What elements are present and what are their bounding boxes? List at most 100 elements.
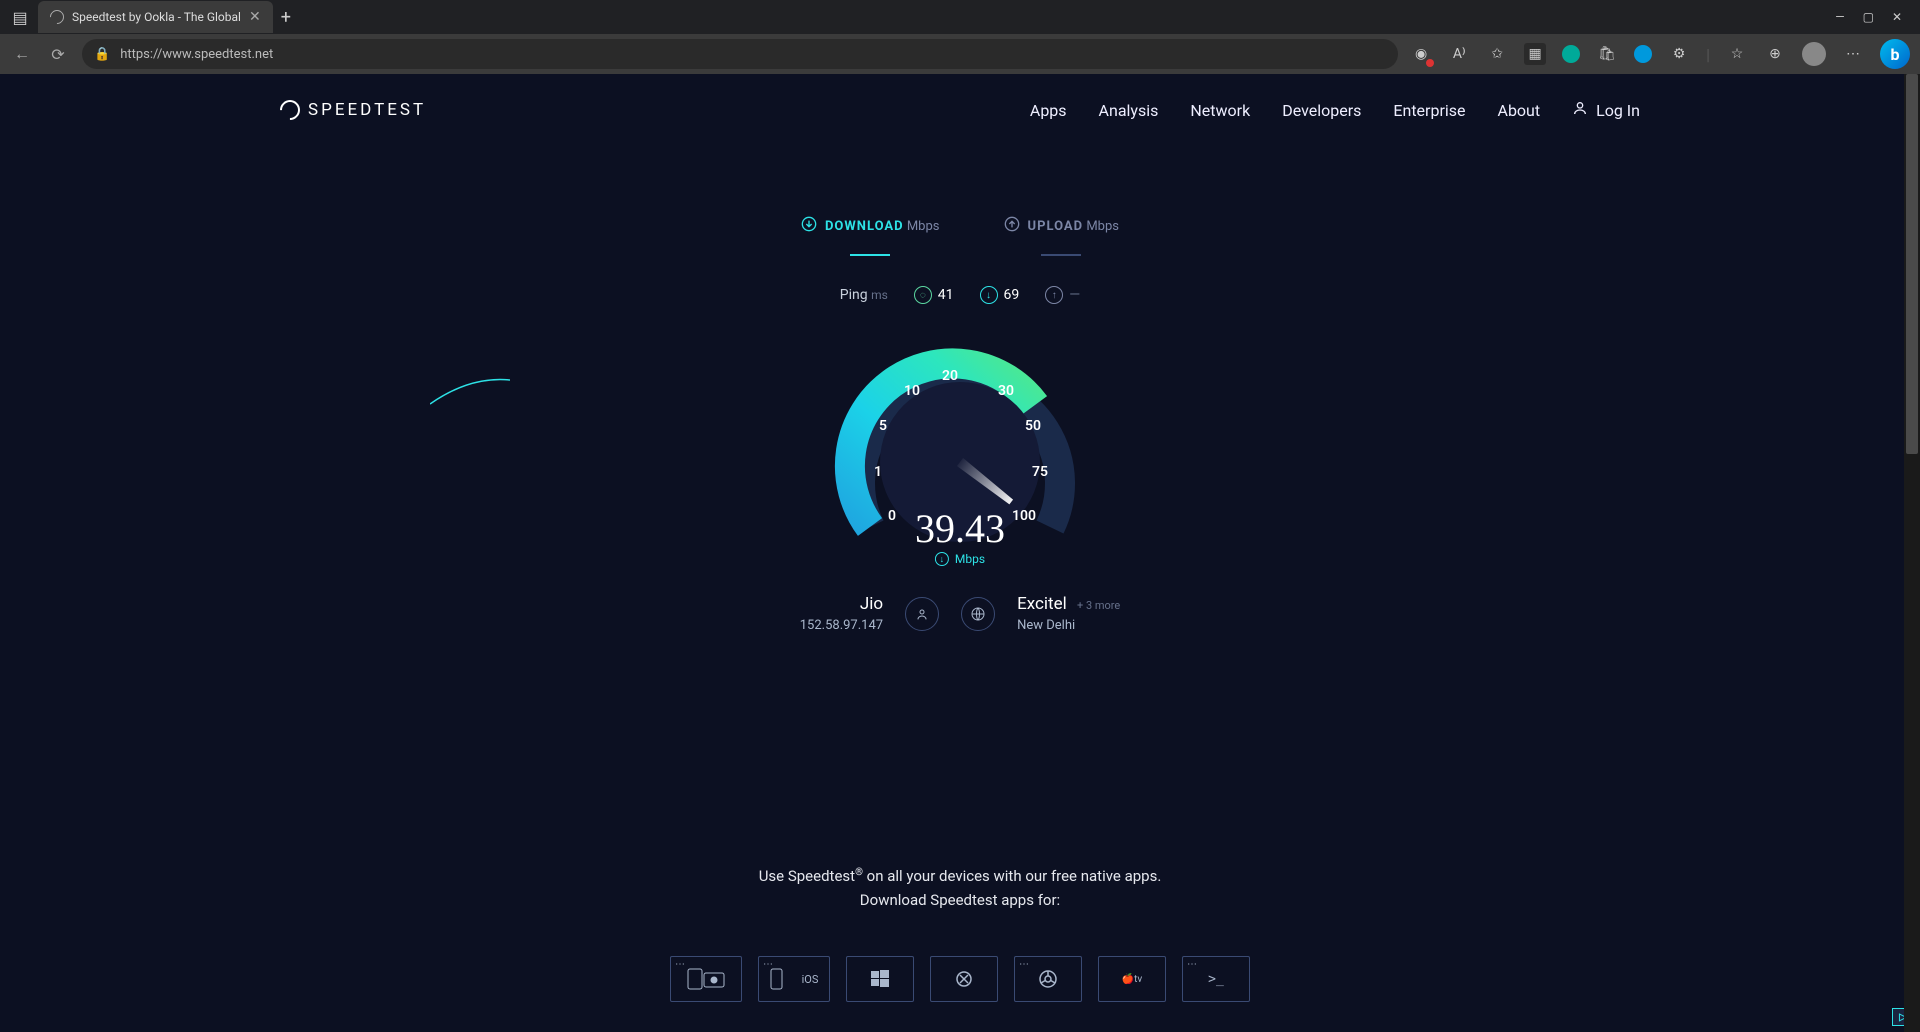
- app-windows[interactable]: [846, 956, 914, 1002]
- ping-label: Ping: [840, 287, 868, 303]
- connection-info: Jio 152.58.97.147 Excitel + 3 more New D…: [800, 594, 1121, 633]
- tab-download[interactable]: DOWNLOAD Mbps: [801, 216, 940, 256]
- ping-row: Ping ms ◌ 41 ↓ 69 ↑ —: [840, 286, 1080, 304]
- scrollbar[interactable]: [1904, 74, 1920, 1032]
- speed-gauge: 0 1 5 10 20 30 50 75 100 39.43 ↓ Mbps: [830, 342, 1090, 572]
- svg-text:10: 10: [904, 383, 920, 399]
- login-link[interactable]: Log In: [1572, 100, 1640, 120]
- svg-text:39.43: 39.43: [915, 506, 1005, 551]
- tab-actions-icon[interactable]: ▤: [6, 3, 34, 31]
- back-icon[interactable]: ←: [10, 44, 34, 64]
- collections-icon[interactable]: ⊕: [1764, 43, 1786, 65]
- tab-title: Speedtest by Ookla - The Global: [72, 10, 241, 24]
- app-chrome[interactable]: ⋯: [1014, 956, 1082, 1002]
- upload-arrow-icon: [1004, 216, 1020, 236]
- logo-icon: [276, 96, 304, 124]
- server-location: New Delhi: [1017, 618, 1120, 633]
- url-input[interactable]: 🔒 https://www.speedtest.net: [82, 39, 1398, 69]
- server-more: + 3 more: [1077, 599, 1120, 612]
- svg-text:75: 75: [1032, 464, 1048, 480]
- promo-text: Use Speedtest® on all your devices with …: [0, 864, 1920, 912]
- main-nav: Apps Analysis Network Developers Enterpr…: [1030, 100, 1640, 120]
- app-mac[interactable]: [930, 956, 998, 1002]
- extension5-icon[interactable]: ⚙: [1668, 43, 1690, 65]
- extension1-icon[interactable]: ▦: [1524, 43, 1546, 65]
- favicon-icon: [47, 7, 67, 27]
- ping-unit: ms: [871, 288, 888, 302]
- app-cli[interactable]: ⋯ >_: [1182, 956, 1250, 1002]
- download-label: DOWNLOAD: [825, 219, 904, 234]
- svg-text:5: 5: [879, 418, 887, 434]
- ping-upload-icon: ↑: [1045, 286, 1063, 304]
- promo-line2: Download Speedtest apps for:: [0, 888, 1920, 912]
- upload-label: UPLOAD: [1028, 219, 1084, 234]
- ping-download-icon: ↓: [980, 286, 998, 304]
- lock-icon: 🔒: [94, 47, 110, 62]
- favorites-star-icon[interactable]: ✩: [1486, 43, 1508, 65]
- isp-name: Jio: [800, 594, 883, 614]
- favorites-icon[interactable]: ☆: [1726, 43, 1748, 65]
- svg-text:30: 30: [998, 383, 1014, 399]
- download-arrow-icon: [801, 216, 817, 236]
- promo-post: on all your devices with our free native…: [863, 867, 1161, 885]
- read-aloud-icon[interactable]: A⁾: [1448, 43, 1470, 65]
- globe-circle-icon[interactable]: [961, 597, 995, 631]
- app-appletv[interactable]: 🍎tv: [1098, 956, 1166, 1002]
- url-text: https://www.speedtest.net: [120, 47, 273, 62]
- app-buttons: ⋯ ⋯ iOS ⋯ 🍎tv ⋯ >_: [0, 956, 1920, 1002]
- user-circle-icon[interactable]: [905, 597, 939, 631]
- ping-download: ↓ 69: [980, 286, 1020, 304]
- refresh-icon[interactable]: ⟳: [46, 45, 70, 64]
- new-tab-button[interactable]: +: [281, 7, 291, 28]
- extension4-icon[interactable]: [1634, 45, 1652, 63]
- server-block[interactable]: Excitel + 3 more New Delhi: [1017, 594, 1120, 633]
- browser-chrome: ▤ Speedtest by Ookla - The Global ✕ + — …: [0, 0, 1920, 74]
- result-tabs: DOWNLOAD Mbps UPLOAD Mbps: [801, 216, 1119, 256]
- ping-idle: ◌ 41: [914, 286, 954, 304]
- profile-avatar[interactable]: [1802, 42, 1826, 66]
- maximize-icon[interactable]: ▢: [1863, 10, 1874, 24]
- promo-pre: Use Speedtest: [759, 867, 855, 885]
- close-window-icon[interactable]: ✕: [1892, 10, 1902, 24]
- tab-upload[interactable]: UPLOAD Mbps: [1004, 216, 1120, 256]
- test-area: DOWNLOAD Mbps UPLOAD Mbps Ping ms ◌ 41 ↓…: [0, 146, 1920, 633]
- ping-download-value: 69: [1004, 287, 1020, 303]
- page-content: SPEEDTEST Apps Analysis Network Develope…: [0, 74, 1920, 1032]
- gauge-unit: ↓ Mbps: [935, 552, 985, 566]
- nav-apps[interactable]: Apps: [1030, 101, 1067, 120]
- bing-icon[interactable]: b: [1880, 39, 1910, 69]
- download-unit: Mbps: [907, 219, 940, 234]
- svg-text:50: 50: [1025, 418, 1041, 434]
- svg-text:0: 0: [888, 508, 896, 524]
- ping-upload: ↑ —: [1045, 286, 1080, 304]
- nav-analysis[interactable]: Analysis: [1099, 101, 1159, 120]
- gauge-download-icon: ↓: [935, 552, 949, 566]
- nav-network[interactable]: Network: [1190, 101, 1250, 120]
- isp-ip: 152.58.97.147: [800, 618, 883, 633]
- browser-tab[interactable]: Speedtest by Ookla - The Global ✕: [38, 1, 273, 33]
- close-tab-icon[interactable]: ✕: [249, 9, 261, 25]
- site-header: SPEEDTEST Apps Analysis Network Develope…: [0, 74, 1920, 146]
- nav-developers[interactable]: Developers: [1282, 101, 1361, 120]
- extension3-icon[interactable]: 🛍: [1596, 43, 1618, 65]
- nav-about[interactable]: About: [1498, 101, 1541, 120]
- ping-idle-value: 41: [938, 287, 954, 303]
- more-icon[interactable]: ⋯: [1842, 43, 1864, 65]
- speedtest-logo[interactable]: SPEEDTEST: [280, 100, 426, 120]
- isp-block: Jio 152.58.97.147: [800, 594, 883, 633]
- logo-text: SPEEDTEST: [308, 100, 426, 120]
- extension2-icon[interactable]: [1562, 45, 1580, 63]
- scrollbar-thumb[interactable]: [1906, 74, 1918, 454]
- user-icon: [1572, 100, 1588, 120]
- nav-enterprise[interactable]: Enterprise: [1393, 101, 1465, 120]
- minimize-icon[interactable]: —: [1835, 10, 1844, 24]
- svg-text:1: 1: [874, 464, 882, 480]
- gauge-unit-label: Mbps: [955, 552, 985, 566]
- address-bar: ← ⟳ 🔒 https://www.speedtest.net ◉ A⁾ ✩ ▦…: [0, 34, 1920, 74]
- app-ios[interactable]: ⋯ iOS: [758, 956, 830, 1002]
- tracking-icon[interactable]: ◉: [1410, 43, 1432, 65]
- toolbar-right: ◉ A⁾ ✩ ▦ 🛍 ⚙ | ☆ ⊕ ⋯ b: [1410, 39, 1910, 69]
- window-controls: — ▢ ✕: [1823, 10, 1914, 24]
- app-android[interactable]: ⋯: [670, 956, 742, 1002]
- ping-upload-value: —: [1069, 287, 1080, 303]
